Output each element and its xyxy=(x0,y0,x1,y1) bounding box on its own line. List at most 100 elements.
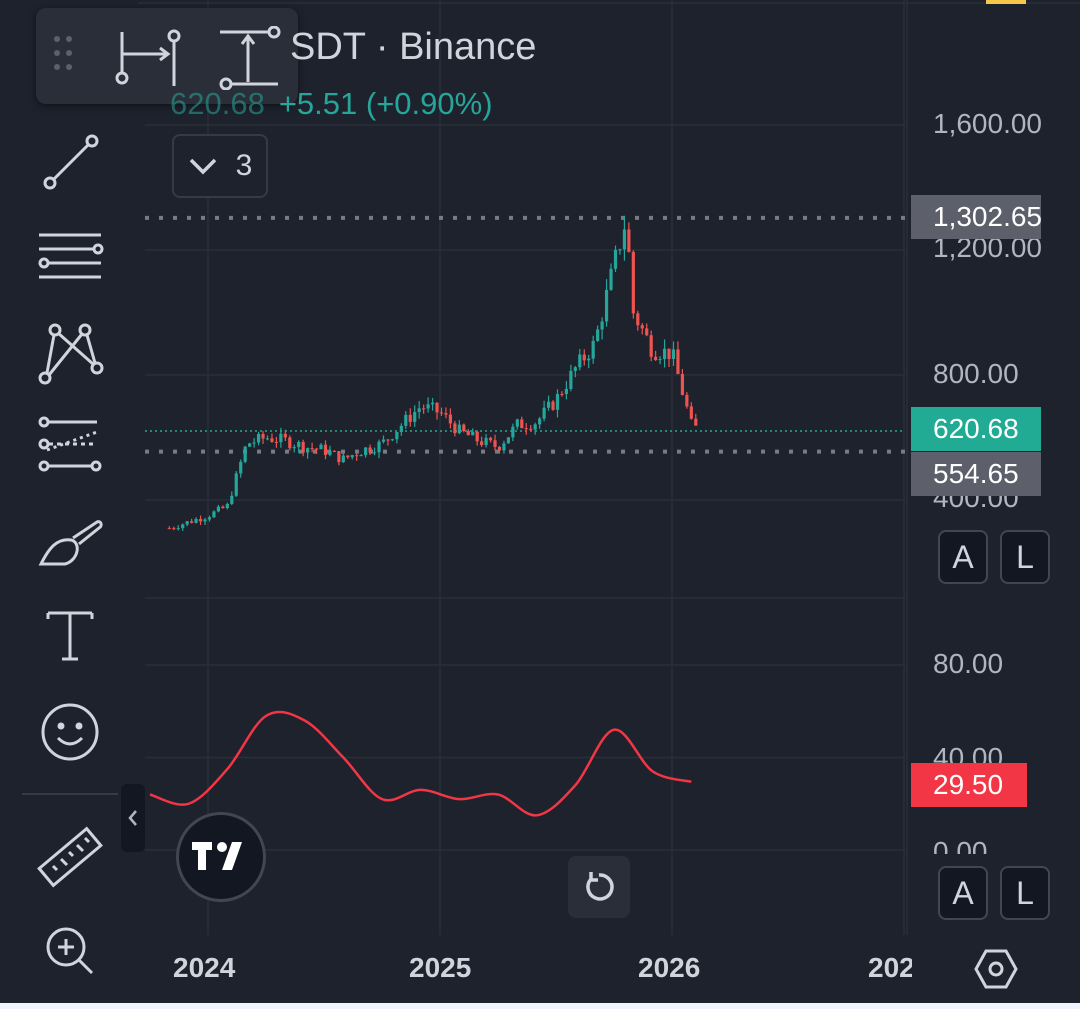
osc-auto-scale-button[interactable]: A xyxy=(938,866,988,920)
high-price-tag: 1,302.65 xyxy=(911,195,1042,239)
drag-handle-icon[interactable] xyxy=(54,36,74,76)
candle-body xyxy=(408,414,412,422)
candle-body xyxy=(435,402,439,413)
ruler-tool[interactable] xyxy=(30,822,110,892)
candle-body xyxy=(337,451,341,463)
candle-body xyxy=(538,418,542,425)
collapse-toolbar-button[interactable] xyxy=(121,784,145,852)
candle-body xyxy=(676,349,680,375)
candle-body xyxy=(185,521,189,525)
candle-body xyxy=(176,528,180,530)
candle-body xyxy=(502,443,506,451)
drawing-toolbar xyxy=(0,0,138,1009)
indicators-count: 3 xyxy=(235,149,253,182)
candle-body xyxy=(587,358,591,361)
candle-body xyxy=(243,446,247,462)
candle-body xyxy=(359,455,363,457)
pattern-icon xyxy=(38,323,104,385)
candle-body xyxy=(439,412,444,414)
chart-canvas[interactable] xyxy=(0,0,1080,1009)
candle-body xyxy=(524,428,528,430)
oscillator-value-tag: 29.50 xyxy=(911,763,1027,807)
date-range-icon[interactable] xyxy=(112,26,184,90)
zoom-in-tool[interactable] xyxy=(30,916,110,986)
candle-body xyxy=(323,444,328,455)
brush-tool[interactable] xyxy=(30,505,110,575)
candle-body xyxy=(190,521,194,523)
candle-body xyxy=(475,431,479,442)
candle-body xyxy=(448,414,453,424)
candle-body xyxy=(511,426,515,438)
candle-body xyxy=(569,370,573,389)
oscillator-axis-label: 80.00 xyxy=(933,648,1004,679)
candle-body xyxy=(252,442,256,444)
candle-body xyxy=(216,506,221,512)
candle-body xyxy=(542,407,546,419)
fib-tool[interactable] xyxy=(30,410,110,480)
candle-body xyxy=(399,425,403,433)
candles xyxy=(167,215,698,531)
emoji-tool[interactable] xyxy=(30,697,110,767)
candle-body xyxy=(181,524,185,529)
time-axis-label: 2024 xyxy=(173,952,236,983)
candle-body xyxy=(462,424,466,432)
log-scale-button[interactable]: L xyxy=(1000,530,1050,584)
bottom-edge xyxy=(0,1003,1080,1009)
candle-body xyxy=(292,447,296,449)
candle-body xyxy=(167,528,171,530)
indicators-toggle-button[interactable]: 3 xyxy=(172,134,268,198)
candle-body xyxy=(234,473,238,496)
candle-body xyxy=(596,329,600,341)
candle-body xyxy=(279,433,283,443)
horizontal-lines-tool[interactable] xyxy=(30,222,110,292)
tradingview-logo[interactable] xyxy=(176,812,266,902)
candle-body xyxy=(689,406,693,419)
candle-body xyxy=(248,443,252,447)
price-axis-label: 1,600.00 xyxy=(933,108,1042,139)
candle-body xyxy=(355,455,359,457)
candle-body xyxy=(306,448,310,453)
candle-body xyxy=(662,348,667,360)
oscillator-line xyxy=(149,710,692,817)
oscillator-axis-label: 0.00 xyxy=(933,836,988,854)
symbol-title[interactable]: SDT · Binance xyxy=(290,26,536,69)
candle-body xyxy=(591,340,595,359)
candle-body xyxy=(413,412,417,422)
candle-body xyxy=(368,447,372,453)
candle-body xyxy=(341,455,345,463)
candle-body xyxy=(573,367,577,371)
pattern-tool[interactable] xyxy=(30,318,110,388)
candle-body xyxy=(466,431,470,436)
low-price-tag: 554.65 xyxy=(911,452,1041,496)
time-axis-label: 2026 xyxy=(638,952,701,983)
trend-line-tool[interactable] xyxy=(30,128,110,198)
candle-body xyxy=(649,335,653,357)
candle-body xyxy=(564,388,569,395)
time-axis-label: 2025 xyxy=(409,952,472,983)
candle-body xyxy=(671,349,676,359)
chevron-left-icon xyxy=(128,810,137,826)
candle-body xyxy=(480,441,484,446)
fib-icon xyxy=(38,416,102,472)
reset-chart-button[interactable] xyxy=(568,856,630,918)
price-range-icon[interactable] xyxy=(218,26,282,90)
candle-body xyxy=(430,402,435,405)
toolbar-divider xyxy=(22,793,118,795)
candle-body xyxy=(471,431,475,436)
candle-body xyxy=(381,439,386,442)
candle-body xyxy=(551,401,555,410)
candle-body xyxy=(680,374,685,395)
candle-body xyxy=(221,506,225,509)
candle-body xyxy=(685,394,689,407)
candle-body xyxy=(230,495,234,504)
candle-body xyxy=(301,441,305,453)
candle-body xyxy=(609,268,613,290)
settings-icon[interactable] xyxy=(972,944,1020,994)
candle-body xyxy=(239,461,243,474)
text-tool[interactable] xyxy=(30,600,110,670)
candle-body xyxy=(627,229,631,252)
candle-body xyxy=(600,321,604,330)
osc-log-scale-button[interactable]: L xyxy=(1000,866,1050,920)
price-axis-label: 800.00 xyxy=(933,358,1019,389)
auto-scale-button[interactable]: A xyxy=(938,530,988,584)
